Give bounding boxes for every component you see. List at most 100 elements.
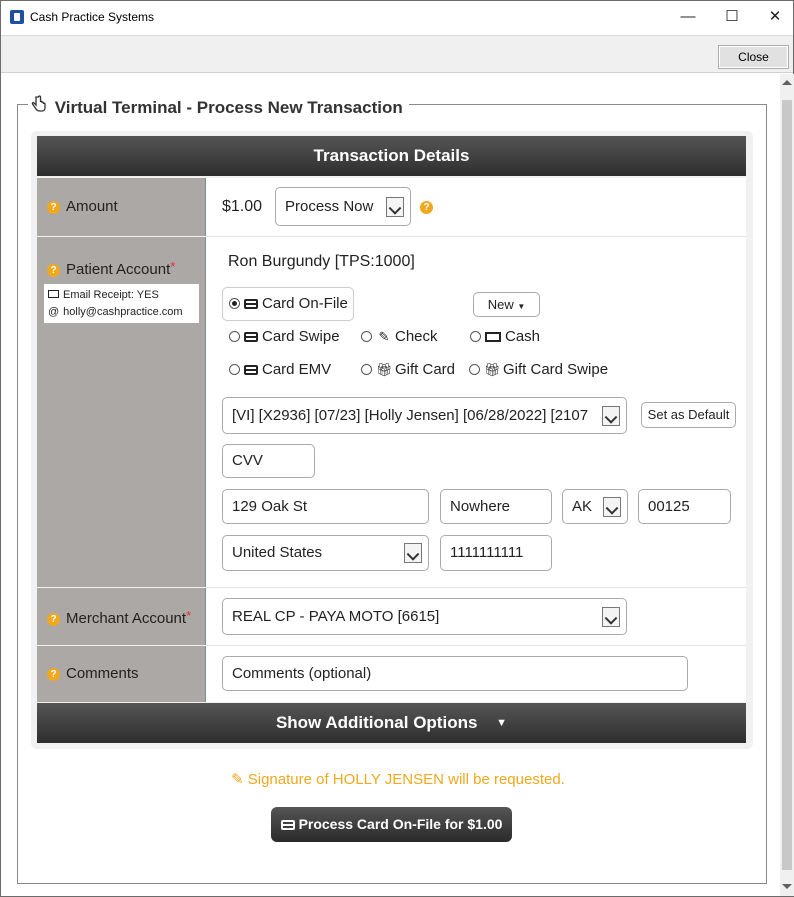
chevron-down-icon xyxy=(603,496,621,517)
title-bar: Cash Practice Systems — ☐ ✕ xyxy=(1,1,793,35)
option-label: Gift Card Swipe xyxy=(503,361,609,378)
new-label: New xyxy=(487,297,514,312)
window-title: Cash Practice Systems xyxy=(30,10,155,24)
process-card-button[interactable]: Process Card On-File for $1.00 xyxy=(271,807,512,842)
pencil-icon: ✎ xyxy=(231,771,244,788)
set-as-default-button[interactable]: Set as Default xyxy=(641,402,736,428)
merchant-account-value: REAL CP - PAYA MOTO [6615] xyxy=(232,608,440,625)
option-label: Gift Card xyxy=(395,361,456,378)
close-button[interactable]: Close xyxy=(718,45,789,69)
email-address: holly@cashpractice.com xyxy=(63,306,183,318)
option-label: Cash xyxy=(505,328,541,345)
merchant-account-select[interactable]: REAL CP - PAYA MOTO [6615] xyxy=(222,598,627,635)
show-additional-options-label: Show Additional Options xyxy=(275,713,478,732)
comments-input[interactable]: Comments (optional) xyxy=(222,656,688,691)
option-label: Card On-File xyxy=(262,295,348,312)
card-on-file-select[interactable]: [VI] [X2936] [07/23] [Holly Jensen] [06/… xyxy=(222,397,627,434)
city-input[interactable]: Nowhere xyxy=(440,489,552,524)
signature-text: Signature of HOLLY JENSEN will be reques… xyxy=(247,771,565,788)
gift-icon: 🎁︎ xyxy=(376,362,393,377)
caret-down-icon: ▼ xyxy=(496,717,508,729)
radio-icon xyxy=(361,331,372,342)
toolbar: Close xyxy=(1,35,793,73)
merchant-label-cell: ? Merchant Account* xyxy=(37,588,206,645)
radio-selected-icon xyxy=(229,298,240,309)
amount-row: ? Amount $1.00 Process Now ? xyxy=(37,178,746,236)
comments-label-cell: ? Comments xyxy=(37,646,206,702)
card-on-file-value: [VI] [X2936] [07/23] [Holly Jensen] [06/… xyxy=(232,407,589,424)
chevron-down-icon xyxy=(386,196,404,217)
scroll-up-icon[interactable] xyxy=(782,80,792,85)
address-input[interactable]: 129 Oak St xyxy=(222,489,429,524)
radio-icon xyxy=(361,364,372,375)
scroll-down-icon[interactable] xyxy=(782,884,792,889)
app-logo-icon xyxy=(10,10,24,24)
money-icon xyxy=(485,332,501,342)
radio-icon xyxy=(469,364,480,375)
option-label: Check xyxy=(395,328,438,345)
credit-card-icon xyxy=(244,365,258,375)
section-header: Transaction Details xyxy=(37,136,746,176)
new-card-button[interactable]: New ▼ xyxy=(473,292,540,317)
terminal-legend: Virtual Terminal - Process New Transacti… xyxy=(28,95,409,117)
cvv-input[interactable]: CVV xyxy=(222,444,315,478)
state-select[interactable]: AK xyxy=(562,489,628,524)
patient-name: Ron Burgundy [TPS:1000] xyxy=(228,253,415,270)
help-icon[interactable]: ? xyxy=(47,264,60,277)
state-value: AK xyxy=(572,498,593,515)
help-icon[interactable]: ? xyxy=(47,613,60,626)
merchant-label: Merchant Account xyxy=(66,610,187,627)
payment-option-card-on-file[interactable]: Card On-File xyxy=(229,294,348,314)
required-mark: * xyxy=(186,608,192,623)
payment-option-card-swipe[interactable]: Card Swipe xyxy=(229,327,340,347)
amount-value: $1.00 xyxy=(222,198,263,215)
caret-down-icon: ▼ xyxy=(517,302,526,311)
payment-option-check[interactable]: ✎ Check xyxy=(361,327,438,347)
credit-card-icon xyxy=(244,299,258,309)
radio-icon xyxy=(229,331,240,342)
option-label: Card Swipe xyxy=(262,328,340,345)
credit-card-icon xyxy=(280,820,295,830)
legend-title: Virtual Terminal - Process New Transacti… xyxy=(54,98,403,117)
patient-label: Patient Account xyxy=(66,261,171,278)
option-label: Card EMV xyxy=(262,361,332,378)
comments-label: Comments xyxy=(66,665,139,682)
maximize-icon[interactable]: ☐ xyxy=(717,6,747,28)
process-mode-value: Process Now xyxy=(285,198,374,215)
process-label: Process Card On-File for $1.00 xyxy=(298,816,503,832)
chevron-down-icon xyxy=(602,606,620,627)
pencil-icon: ✎ xyxy=(378,329,390,344)
close-window-icon[interactable]: ✕ xyxy=(760,6,790,28)
phone-input[interactable]: 1111111111 xyxy=(440,535,552,571)
credit-card-icon xyxy=(244,332,258,342)
amount-label-cell: ? Amount xyxy=(37,178,206,236)
country-value: United States xyxy=(232,544,323,561)
process-mode-select[interactable]: Process Now xyxy=(275,187,411,226)
radio-icon xyxy=(229,364,240,375)
at-icon: @ xyxy=(48,306,60,318)
minimize-icon[interactable]: — xyxy=(673,6,703,28)
chevron-down-icon xyxy=(404,543,422,563)
country-select[interactable]: United States xyxy=(222,535,429,571)
gift-icon: 🎁︎ xyxy=(484,362,501,377)
pointer-hand-icon xyxy=(30,95,50,119)
scroll-thumb[interactable] xyxy=(782,100,792,870)
email-receipt-status: Email Receipt: YES xyxy=(63,289,159,301)
help-icon[interactable]: ? xyxy=(420,201,433,214)
payment-option-gift-card-swipe[interactable]: 🎁︎ Gift Card Swipe xyxy=(469,360,608,380)
help-icon[interactable]: ? xyxy=(47,201,60,214)
chevron-down-icon xyxy=(602,405,620,426)
required-mark: * xyxy=(170,259,176,274)
show-additional-options-bar[interactable]: Show Additional Options ▼ xyxy=(37,703,746,743)
help-icon[interactable]: ? xyxy=(47,668,60,681)
payment-option-gift-card[interactable]: 🎁︎ Gift Card xyxy=(361,360,455,380)
radio-icon xyxy=(470,331,481,342)
app-window: Cash Practice Systems — ☐ ✕ Close Virtua… xyxy=(0,0,794,897)
payment-option-cash[interactable]: Cash xyxy=(470,327,540,347)
envelope-icon xyxy=(48,290,59,298)
payment-option-card-emv[interactable]: Card EMV xyxy=(229,360,331,380)
email-receipt-box: Email Receipt: YES @ holly@cashpractice.c… xyxy=(44,284,199,323)
amount-label: Amount xyxy=(66,198,118,215)
signature-notice: ✎ Signature of HOLLY JENSEN will be reque… xyxy=(1,770,794,788)
zip-input[interactable]: 00125 xyxy=(638,489,731,524)
